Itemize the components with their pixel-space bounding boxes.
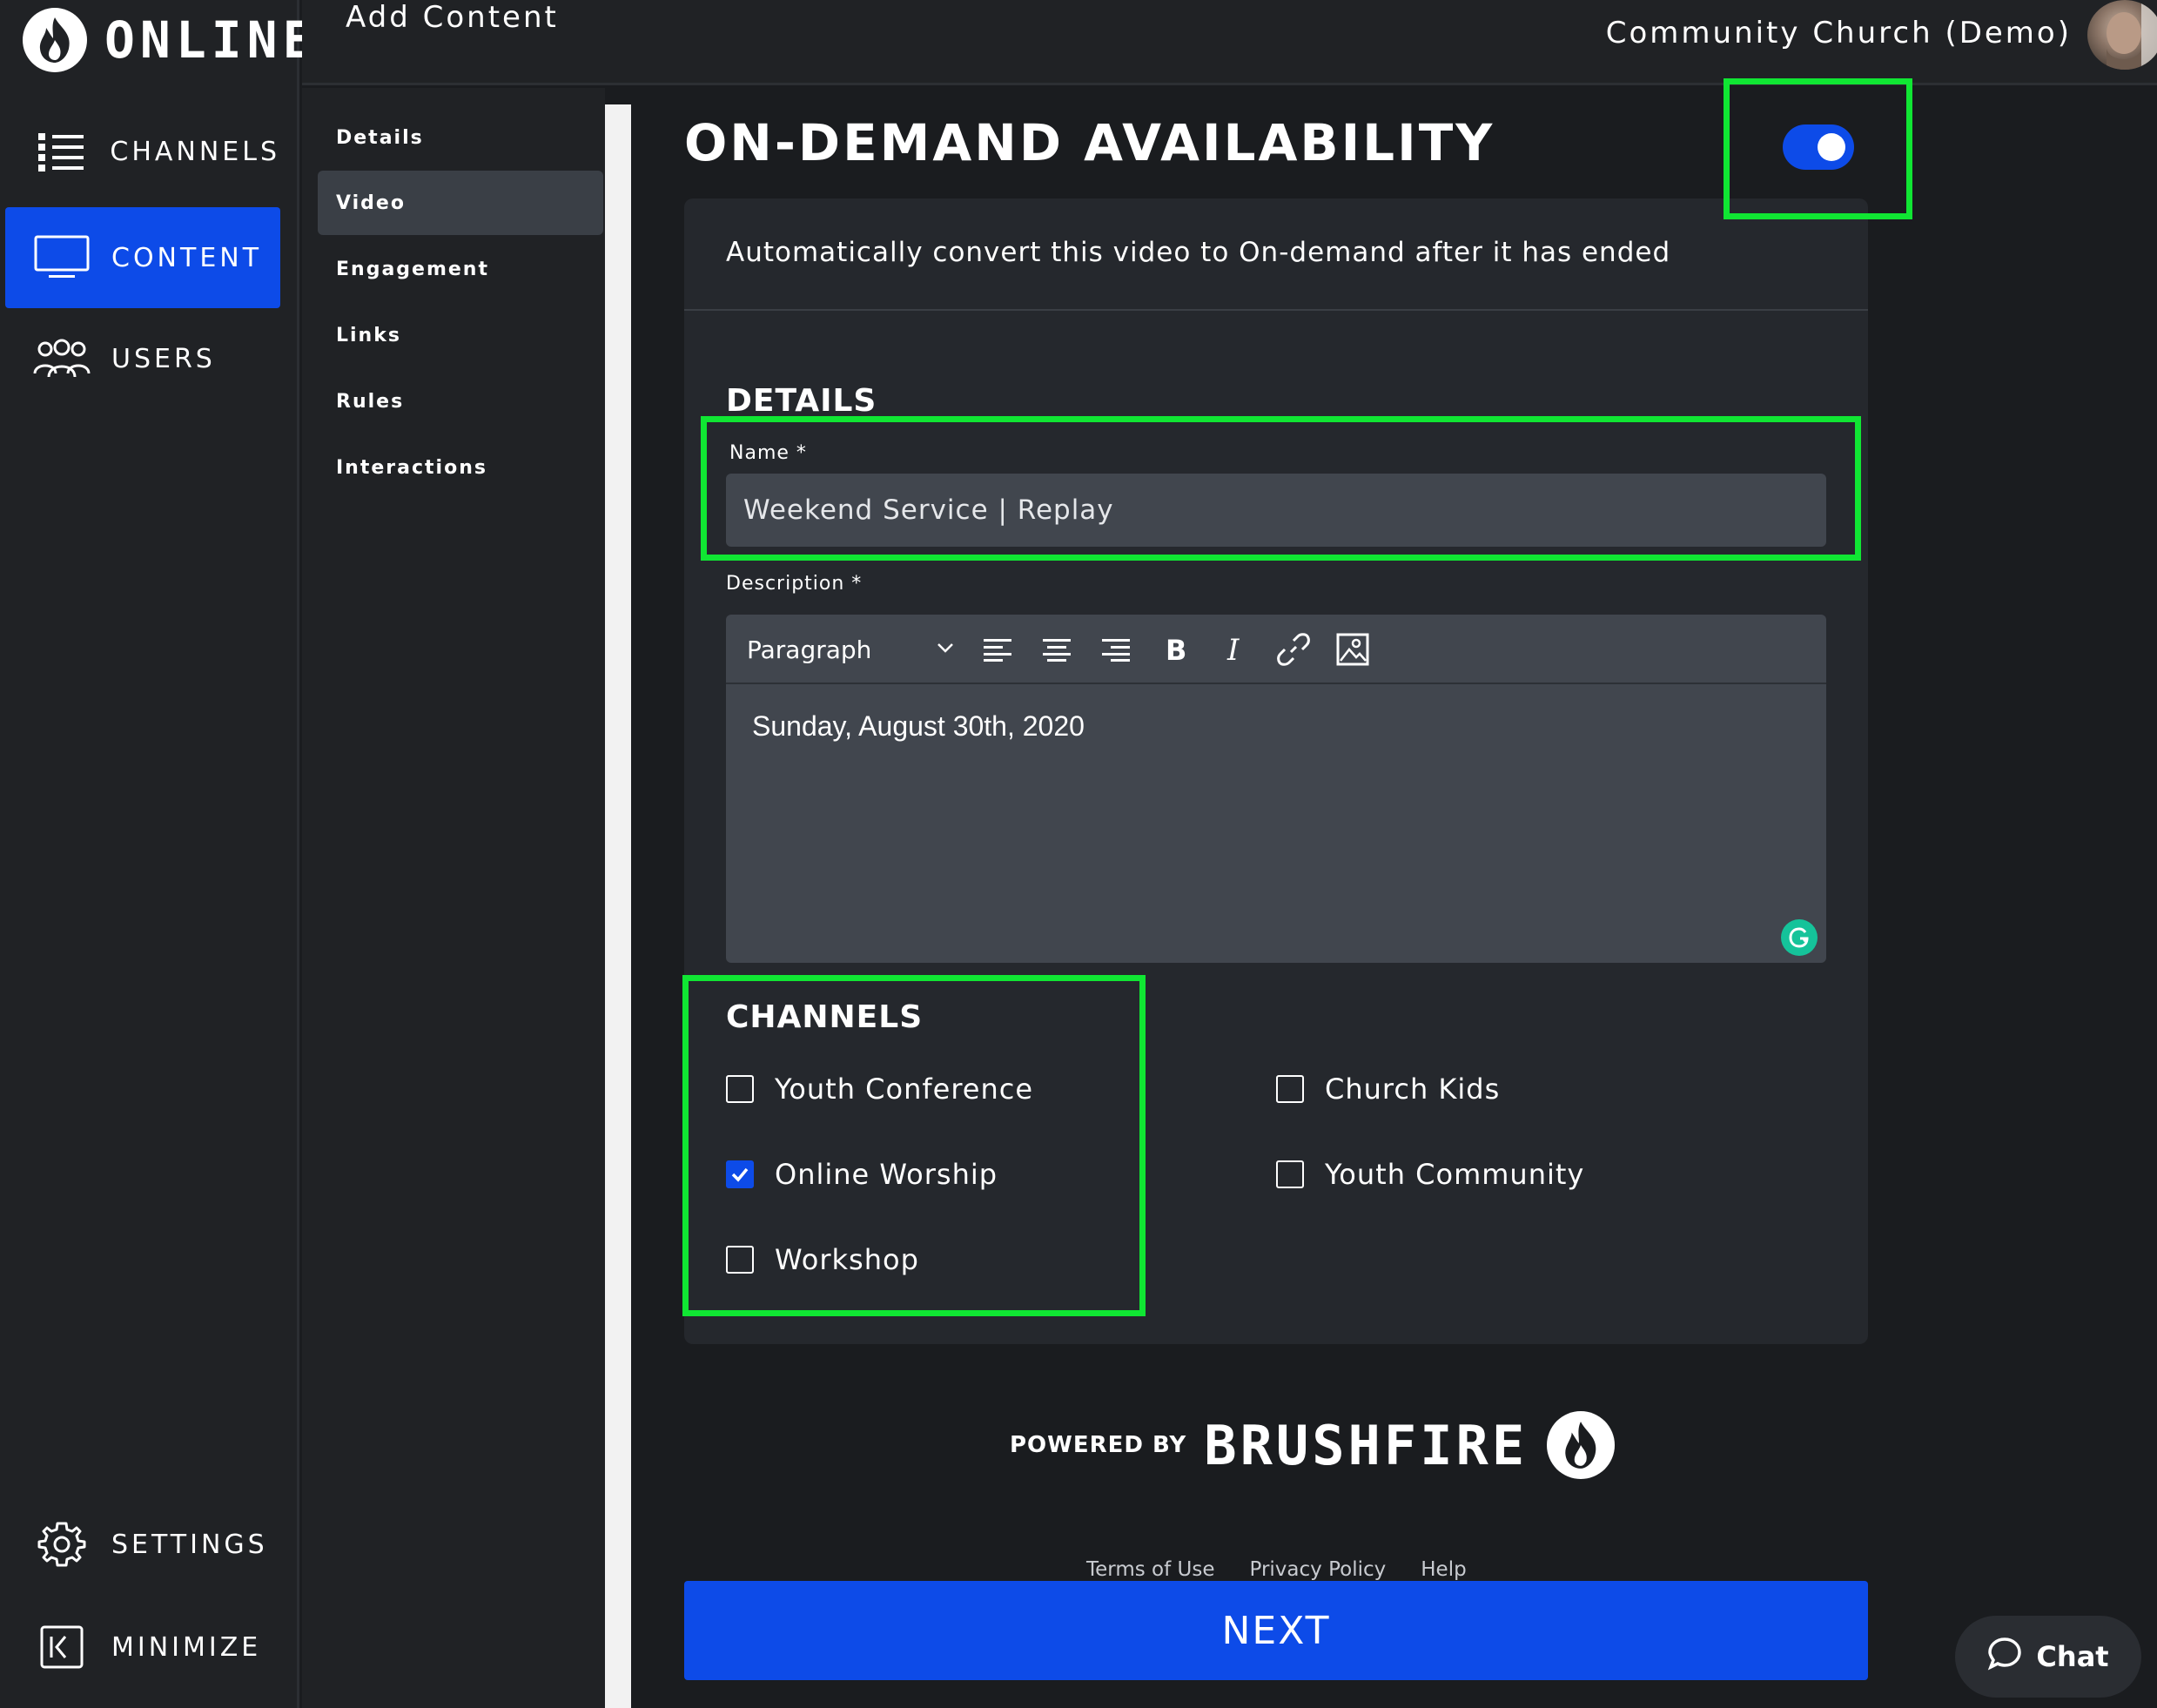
privacy-link[interactable]: Privacy Policy xyxy=(1250,1558,1387,1581)
subnav-rules[interactable]: Rules xyxy=(318,369,603,434)
monitor-icon xyxy=(31,232,92,284)
nav-minimize[interactable]: MINIMIZE xyxy=(5,1597,280,1698)
on-demand-toggle[interactable] xyxy=(1783,124,1854,170)
checkbox[interactable] xyxy=(726,1075,754,1103)
name-input[interactable] xyxy=(726,474,1826,547)
logo-text: ONLINE xyxy=(104,10,319,70)
brushfire-wordmark: BRUSHFIRE xyxy=(1204,1413,1529,1477)
bold-icon[interactable]: B xyxy=(1152,627,1198,672)
chat-bubble-icon xyxy=(1987,1636,2022,1678)
chat-label: Chat xyxy=(2036,1640,2109,1673)
subnav-links[interactable]: Links xyxy=(318,303,603,367)
top-bar: Add Content Community Church (Demo) xyxy=(302,0,2157,85)
flame-logo-icon xyxy=(1547,1411,1616,1479)
on-demand-description: Automatically convert this video to On-d… xyxy=(726,237,1671,268)
section-title-on-demand: ON-DEMAND AVAILABILITY xyxy=(684,113,1495,172)
channel-online-worship[interactable]: Online Worship xyxy=(726,1158,998,1191)
nav-content-label: CONTENT xyxy=(111,242,263,273)
organization-name[interactable]: Community Church (Demo) xyxy=(1606,16,2072,50)
powered-by-label: POWERED BY xyxy=(1010,1432,1187,1458)
link-icon[interactable] xyxy=(1271,627,1316,672)
powered-by-brushfire[interactable]: POWERED BY BRUSHFIRE xyxy=(1010,1410,1616,1480)
nav-users[interactable]: USERS xyxy=(5,308,280,409)
list-icon xyxy=(31,125,91,178)
nav-minimize-label: MINIMIZE xyxy=(111,1631,262,1663)
nav-users-label: USERS xyxy=(111,343,216,374)
subnav-engagement[interactable]: Engagement xyxy=(318,237,603,301)
format-select-value: Paragraph xyxy=(747,635,872,664)
collapse-icon xyxy=(31,1621,92,1673)
divider xyxy=(684,309,1868,311)
users-icon xyxy=(31,333,92,385)
subnav-interactions[interactable]: Interactions xyxy=(318,435,603,500)
channel-youth-community[interactable]: Youth Community xyxy=(1276,1158,1584,1191)
align-center-icon[interactable] xyxy=(1034,627,1079,672)
svg-text:B: B xyxy=(1166,635,1186,664)
channel-youth-conference[interactable]: Youth Conference xyxy=(726,1073,1033,1106)
toggle-knob xyxy=(1818,133,1845,161)
nav-settings[interactable]: SETTINGS xyxy=(5,1494,280,1595)
italic-icon[interactable]: I xyxy=(1212,627,1257,672)
checkbox-label: Workshop xyxy=(775,1243,919,1276)
checkbox-label: Church Kids xyxy=(1325,1073,1501,1106)
scrollbar[interactable] xyxy=(605,104,631,1708)
checkbox[interactable] xyxy=(726,1246,754,1274)
name-label: Name * xyxy=(729,442,807,464)
footer-links: Terms of Use Privacy Policy Help xyxy=(1086,1558,1467,1581)
nav-channels[interactable]: CHANNELS xyxy=(5,101,280,202)
subnav-details[interactable]: Details xyxy=(318,105,603,170)
gear-icon xyxy=(31,1518,92,1570)
channels-heading: CHANNELS xyxy=(726,999,924,1035)
page-title: Add Content xyxy=(346,0,559,35)
nav-channels-label: CHANNELS xyxy=(110,136,280,167)
checkbox-label: Youth Community xyxy=(1325,1158,1585,1191)
checkbox[interactable] xyxy=(1276,1160,1304,1188)
checkbox-label: Youth Conference xyxy=(775,1073,1034,1106)
checkbox[interactable] xyxy=(1276,1075,1304,1103)
terms-link[interactable]: Terms of Use xyxy=(1086,1558,1215,1581)
editor-toolbar: Paragraph B I xyxy=(726,615,1826,684)
avatar[interactable] xyxy=(2087,0,2157,70)
grammarly-icon[interactable] xyxy=(1781,919,1818,956)
next-button[interactable]: NEXT xyxy=(684,1581,1868,1680)
checkbox-label: Online Worship xyxy=(775,1158,998,1191)
flame-logo-icon xyxy=(23,8,87,72)
app-logo[interactable]: ONLINE xyxy=(23,7,319,73)
svg-text:I: I xyxy=(1226,635,1240,664)
chat-button[interactable]: Chat xyxy=(1955,1616,2141,1698)
description-editor[interactable]: Paragraph B I Sunday, August 30th, 2020 xyxy=(726,615,1826,963)
chevron-down-icon xyxy=(935,635,956,664)
channel-workshop[interactable]: Workshop xyxy=(726,1243,919,1276)
details-heading: DETAILS xyxy=(726,383,877,419)
help-link[interactable]: Help xyxy=(1421,1558,1466,1581)
channel-church-kids[interactable]: Church Kids xyxy=(1276,1073,1500,1106)
description-text[interactable]: Sunday, August 30th, 2020 xyxy=(752,710,1085,743)
left-navigation: ONLINE CHANNELS CONTENT USERS SETTINGS M… xyxy=(0,0,313,1708)
checkbox-checked[interactable] xyxy=(726,1160,754,1188)
subnav-video[interactable]: Video xyxy=(318,171,603,235)
nav-settings-label: SETTINGS xyxy=(111,1529,268,1560)
nav-content[interactable]: CONTENT xyxy=(5,207,280,308)
align-left-icon[interactable] xyxy=(975,627,1020,672)
check-icon xyxy=(731,1167,749,1182)
align-right-icon[interactable] xyxy=(1093,627,1139,672)
format-select[interactable]: Paragraph xyxy=(747,629,956,670)
content-sub-navigation: Details Video Engagement Links Rules Int… xyxy=(302,88,605,1708)
image-icon[interactable] xyxy=(1330,627,1375,672)
description-label: Description * xyxy=(726,573,863,595)
